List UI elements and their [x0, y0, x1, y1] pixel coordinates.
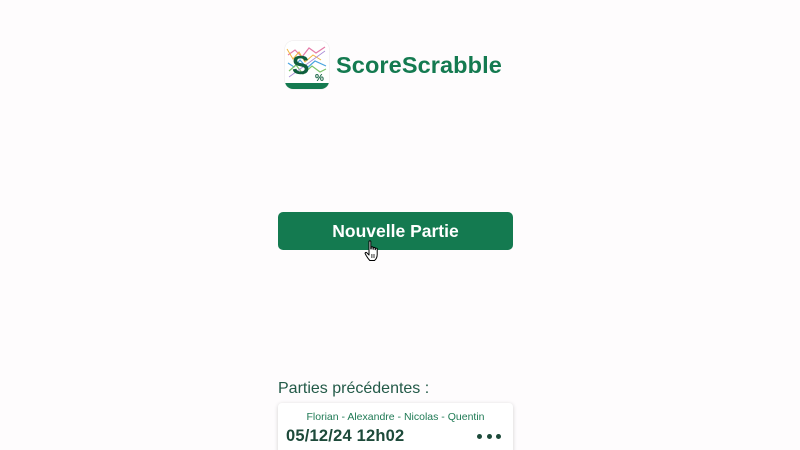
app-title: ScoreScrabble: [336, 51, 502, 78]
app-logo: S %: [285, 41, 329, 89]
game-date: 05/12/24 12h02: [286, 427, 405, 445]
previous-game-card[interactable]: Florian - Alexandre - Nicolas - Quentin …: [278, 403, 513, 450]
dot: [477, 433, 482, 439]
dot: [486, 433, 492, 439]
home-screen: S % ScoreScrabble Nouvelle Partie Partie…: [0, 0, 800, 450]
previous-games-heading: Parties précédentes :: [278, 380, 430, 397]
game-players: Florian - Alexandre - Nicolas - Quentin: [306, 411, 485, 423]
new-game-button[interactable]: Nouvelle Partie: [278, 212, 513, 250]
svg-text:S: S: [292, 50, 309, 80]
svg-text:%: %: [315, 73, 324, 84]
app-header: S % ScoreScrabble: [285, 41, 502, 89]
dot: [496, 433, 501, 439]
more-horizontal-icon[interactable]: [477, 429, 501, 443]
app-logo-icon: S %: [285, 41, 329, 89]
